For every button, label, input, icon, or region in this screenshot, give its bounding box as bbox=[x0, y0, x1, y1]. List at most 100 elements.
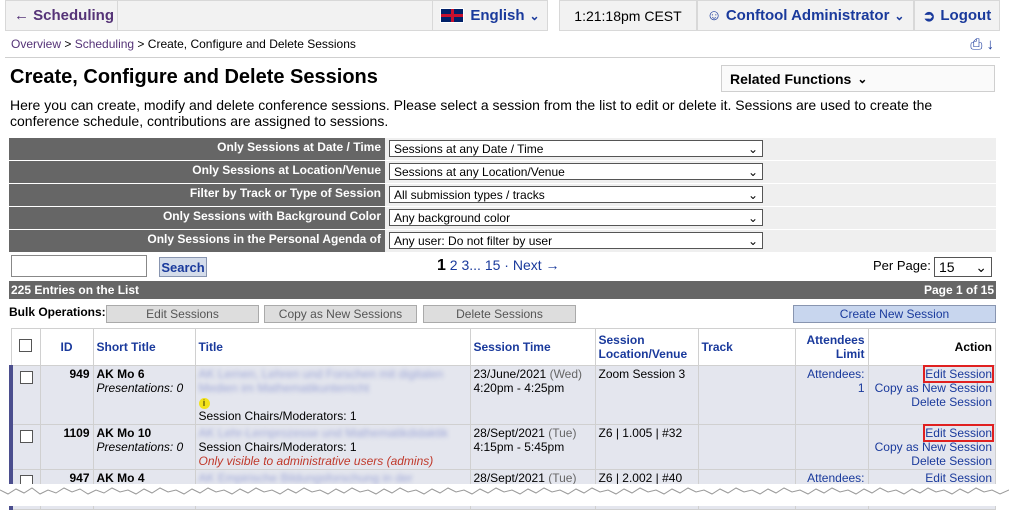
cell-actions: Edit Session Copy as New Session Delete Se… bbox=[867, 424, 996, 470]
scheduling-back-link[interactable]: ← Scheduling bbox=[5, 0, 118, 31]
copy-session-link[interactable]: Copy as New Session bbox=[875, 440, 992, 454]
bulk-edit-button[interactable]: Edit Sessions bbox=[106, 305, 259, 323]
bulk-delete-button[interactable]: Delete Sessions bbox=[423, 305, 576, 323]
session-weekday: (Wed) bbox=[549, 367, 583, 381]
torn-edge bbox=[0, 484, 1009, 506]
session-hours: 4:20pm - 4:25pm bbox=[473, 381, 565, 395]
col-action: Action bbox=[867, 328, 996, 366]
print-icon[interactable]: ⎙ bbox=[970, 36, 982, 53]
col-track[interactable]: Track bbox=[697, 328, 796, 366]
cell-actions: Edit Session Copy as New Session Delete Se… bbox=[867, 365, 996, 425]
breadcrumb: Overview > Scheduling > Create, Configur… bbox=[5, 31, 1000, 58]
search-row: Search 1 2 3... 15 · Next → Per Page: 15… bbox=[9, 254, 996, 280]
topbar-spacer bbox=[118, 0, 432, 31]
edit-session-link[interactable]: Edit Session bbox=[925, 471, 992, 485]
entries-bar: 225 Entries on the List Page 1 of 15 bbox=[9, 281, 996, 299]
filter-color-select[interactable]: Any background color ⌄ bbox=[389, 209, 763, 226]
col-title[interactable]: Title bbox=[194, 328, 471, 366]
bulk-label: Bulk Operations: bbox=[9, 305, 106, 319]
chevron-down-icon: ⌄ bbox=[747, 141, 758, 156]
current-time: 1:21:18pm CEST bbox=[559, 0, 697, 31]
col-id[interactable]: ID bbox=[39, 328, 94, 366]
filter-row: Only Sessions at Location/Venue Sessions… bbox=[9, 161, 996, 183]
logout-icon: ➲ bbox=[922, 7, 936, 25]
pagination: 1 2 3... 15 · Next → bbox=[437, 257, 560, 274]
col-location[interactable]: Session Location/Venue bbox=[594, 328, 699, 366]
cell-short-title: AK Mo 10 Presentations: 0 bbox=[92, 424, 196, 470]
short-title: AK Mo 10 bbox=[96, 426, 152, 440]
session-chairs: Session Chairs/Moderators: 1 bbox=[198, 440, 357, 454]
edit-session-link[interactable]: Edit Session bbox=[923, 365, 994, 383]
create-session-button[interactable]: Create New Session bbox=[793, 305, 996, 323]
download-icon[interactable]: ↓ bbox=[987, 36, 995, 53]
filter-track-select[interactable]: All submission types / tracks ⌄ bbox=[389, 186, 763, 203]
filter-panel: Only Sessions at Date / Time Sessions at… bbox=[9, 138, 996, 253]
attendees-link[interactable] bbox=[794, 424, 869, 470]
select-value: All submission types / tracks bbox=[394, 187, 545, 202]
col-short-title[interactable]: Short Title bbox=[92, 328, 196, 366]
select-value: Sessions at any Date / Time bbox=[394, 141, 544, 156]
short-title: AK Mo 6 bbox=[96, 367, 145, 381]
filter-row: Only Sessions with Background Color Any … bbox=[9, 207, 996, 229]
edit-session-link[interactable]: Edit Session bbox=[923, 424, 994, 442]
row-checkbox[interactable] bbox=[19, 430, 33, 443]
admin-only-note: Only visible to administrative users (ad… bbox=[198, 454, 434, 468]
filter-agenda-select[interactable]: Any user: Do not filter by user ⌄ bbox=[389, 232, 763, 249]
related-functions-dropdown[interactable]: Related Functions ⌄ bbox=[721, 65, 995, 92]
page-link[interactable]: 2 bbox=[450, 257, 458, 273]
delete-session-link[interactable]: Delete Session bbox=[911, 454, 992, 468]
session-title[interactable]: AK Lernen, Lehren und Forschen mit digit… bbox=[199, 367, 444, 395]
filter-label: Only Sessions with Background Color bbox=[9, 207, 385, 229]
chevron-down-icon: ⌄ bbox=[747, 164, 758, 179]
row-checkbox[interactable] bbox=[19, 371, 33, 384]
session-date: 23/June/2021 bbox=[473, 367, 547, 381]
page-current: 1 bbox=[437, 257, 446, 274]
cell-track bbox=[697, 365, 796, 425]
chevron-down-icon: ⌄ bbox=[529, 8, 540, 23]
cell-location: Zoom Session 3 bbox=[594, 365, 699, 425]
search-input[interactable] bbox=[11, 255, 147, 277]
filter-date-select[interactable]: Sessions at any Date / Time ⌄ bbox=[389, 140, 763, 157]
attendees-link[interactable]: Attendees: 1 bbox=[794, 365, 869, 425]
bulk-copy-button[interactable]: Copy as New Sessions bbox=[264, 305, 417, 323]
per-page-select[interactable]: 15 ⌄ bbox=[934, 257, 992, 277]
presentations-count: Presentations: 0 bbox=[96, 440, 184, 454]
col-session-time[interactable]: Session Time bbox=[469, 328, 596, 366]
language-label: English bbox=[470, 7, 525, 24]
page-link[interactable]: 15 bbox=[485, 257, 501, 273]
user-icon: ☺ bbox=[706, 7, 722, 24]
breadcrumb-separator: > bbox=[134, 37, 148, 51]
language-selector[interactable]: English ⌄ bbox=[432, 0, 548, 31]
chevron-down-icon: ⌄ bbox=[747, 233, 758, 248]
page-indicator: Page 1 of 15 bbox=[923, 283, 994, 297]
filter-location-select[interactable]: Sessions at any Location/Venue ⌄ bbox=[389, 163, 763, 180]
cell-session-time: 23/June/2021 (Wed) 4:20pm - 4:25pm bbox=[469, 365, 596, 425]
breadcrumb-scheduling[interactable]: Scheduling bbox=[75, 37, 134, 51]
col-attendees-limit[interactable]: Attendees Limit bbox=[794, 328, 869, 366]
breadcrumb-overview[interactable]: Overview bbox=[11, 37, 61, 51]
filter-label: Only Sessions at Date / Time bbox=[9, 138, 385, 160]
related-functions-label: Related Functions bbox=[730, 70, 852, 87]
entries-count: 225 Entries on the List bbox=[11, 283, 140, 297]
cell-location: Z6 | 1.005 | #32 bbox=[594, 424, 699, 470]
sessions-table: ID Short Title Title Session Time Sessio… bbox=[9, 328, 996, 510]
page-title: Create, Configure and Delete Sessions bbox=[10, 66, 378, 88]
flag-uk-icon bbox=[440, 8, 465, 23]
top-bar: ← Scheduling English ⌄ 1:21:18pm CEST ☺ … bbox=[0, 0, 1000, 31]
next-page-link[interactable]: Next → bbox=[513, 257, 560, 273]
session-title[interactable]: AK Lehr-Lernprozesse und Mathematikdidak… bbox=[199, 426, 448, 440]
cell-title: AK Lernen, Lehren und Forschen mit digit… bbox=[194, 365, 471, 425]
select-all-checkbox[interactable] bbox=[10, 328, 41, 366]
user-menu[interactable]: ☺ Conftool Administrator ⌄ bbox=[697, 0, 914, 31]
chevron-down-icon: ⌄ bbox=[894, 8, 905, 23]
cell-short-title: AK Mo 6 Presentations: 0 bbox=[92, 365, 196, 425]
copy-session-link[interactable]: Copy as New Session bbox=[875, 381, 992, 395]
table-row: 949 AK Mo 6 Presentations: 0 AK Lernen, L… bbox=[9, 365, 996, 425]
logout-button[interactable]: ➲ Logout bbox=[914, 0, 1000, 31]
filter-label: Filter by Track or Type of Session bbox=[9, 184, 385, 206]
select-value: 15 bbox=[939, 259, 955, 275]
delete-session-link[interactable]: Delete Session bbox=[911, 395, 992, 409]
search-button[interactable]: Search bbox=[159, 257, 207, 277]
breadcrumb-separator: > bbox=[61, 37, 75, 51]
filter-label: Only Sessions at Location/Venue bbox=[9, 161, 385, 183]
